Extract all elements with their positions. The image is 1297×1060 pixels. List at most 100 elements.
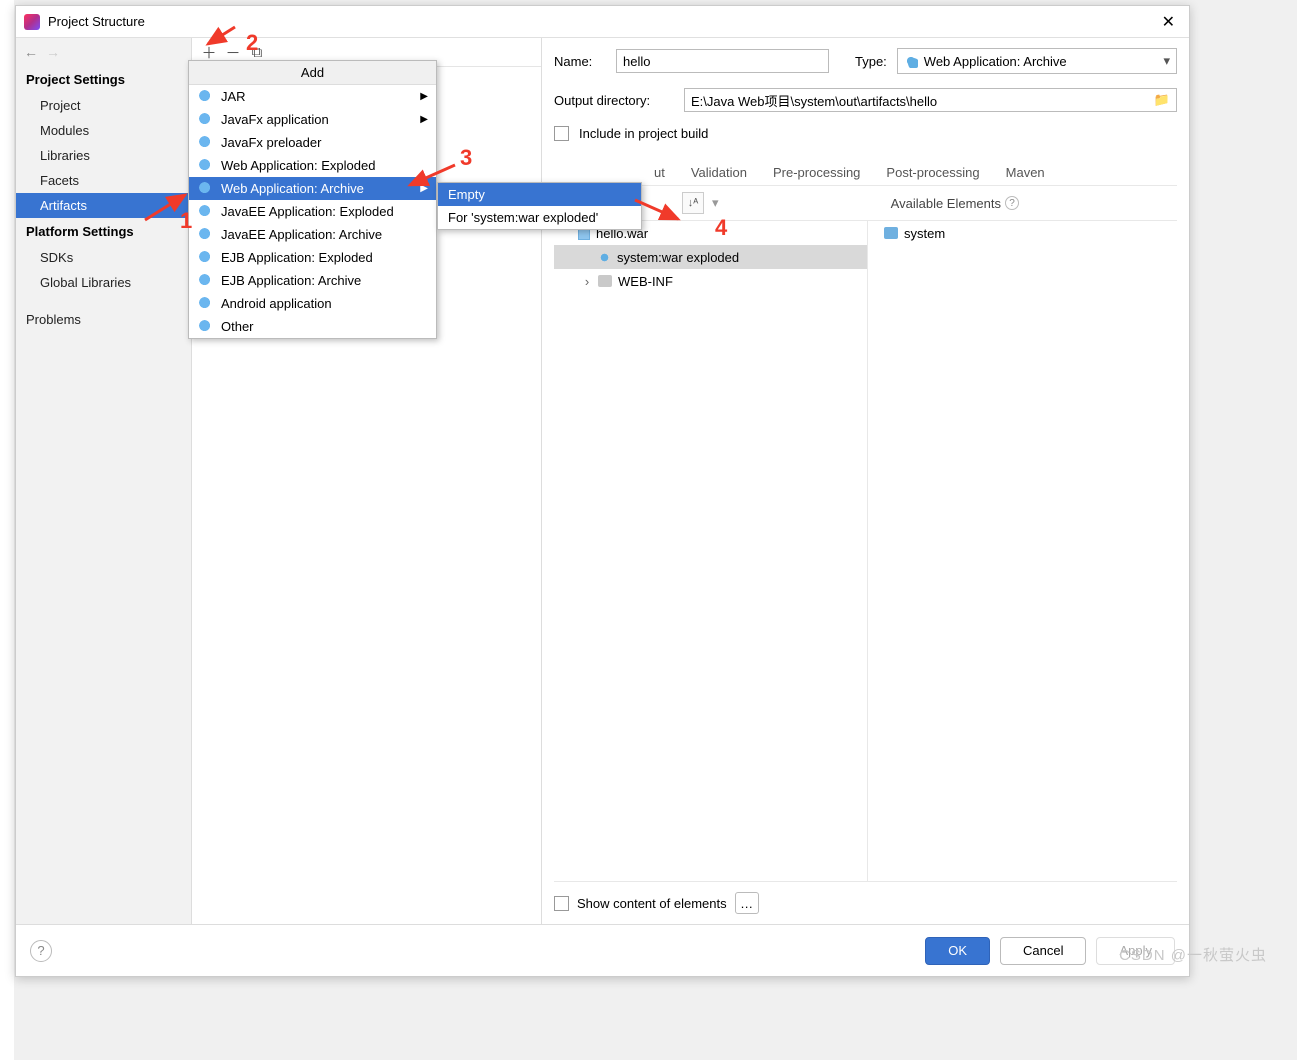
available-item[interactable]: system — [868, 221, 1177, 245]
sidebar-item-sdks[interactable]: SDKs — [16, 245, 191, 270]
menu-item-label: JAR — [221, 89, 246, 104]
menu-item-label: EJB Application: Exploded — [221, 250, 373, 265]
dialog-footer: ? OK Cancel Apply — [16, 924, 1189, 976]
add-menu-item[interactable]: JAR▶ — [189, 85, 436, 108]
sort-chevron-icon[interactable]: ▾ — [712, 195, 719, 211]
submenu-label: Empty — [448, 187, 485, 202]
artifact-type-icon — [199, 320, 213, 334]
copy-button[interactable]: ⧉ — [248, 43, 266, 61]
add-menu-item[interactable]: Android application — [189, 292, 436, 315]
output-dir-input[interactable]: E:\Java Web项目\system\out\artifacts\hello… — [684, 88, 1177, 112]
tab-postprocessing[interactable]: Post-processing — [886, 161, 979, 184]
close-icon[interactable]: ✕ — [1156, 12, 1181, 32]
add-menu-item[interactable]: JavaEE Application: Archive — [189, 223, 436, 246]
help-hint-icon[interactable]: ? — [1005, 196, 1019, 210]
remove-button[interactable]: － — [224, 43, 242, 61]
layout-toolbar: ↓ᴬ ▾ Available Elements ? — [554, 185, 1177, 221]
apply-button: Apply — [1096, 937, 1175, 965]
output-dir-value: E:\Java Web项目\system\out\artifacts\hello — [691, 91, 937, 110]
sidebar: ← → Project Settings Project Modules Lib… — [16, 38, 192, 924]
artifact-type-icon — [199, 136, 213, 150]
add-menu-header: Add — [189, 61, 436, 85]
menu-item-label: EJB Application: Archive — [221, 273, 361, 288]
sidebar-item-libraries[interactable]: Libraries — [16, 143, 191, 168]
tree-label: system:war exploded — [617, 250, 739, 265]
show-content-checkbox[interactable] — [554, 896, 569, 911]
submenu-item[interactable]: Empty — [438, 183, 641, 206]
artifact-type-icon — [199, 113, 213, 127]
output-layout-tree[interactable]: hello.war system:war exploded › WEB-INF — [554, 221, 867, 881]
menu-item-label: JavaFx preloader — [221, 135, 321, 150]
add-menu-item[interactable]: EJB Application: Exploded — [189, 246, 436, 269]
sidebar-section-project: Project Settings — [16, 66, 191, 93]
add-menu-item[interactable]: EJB Application: Archive — [189, 269, 436, 292]
menu-item-label: Web Application: Exploded — [221, 158, 375, 173]
chevron-down-icon: ▾ — [1163, 53, 1170, 69]
sidebar-item-global-libraries[interactable]: Global Libraries — [16, 270, 191, 295]
type-select[interactable]: Web Application: Archive ▾ — [897, 48, 1177, 74]
sidebar-item-artifacts[interactable]: Artifacts — [16, 193, 191, 218]
name-label: Name: — [554, 54, 606, 69]
background-editor-strip — [0, 0, 14, 1060]
back-icon[interactable]: ← — [24, 44, 38, 60]
add-menu-item[interactable]: Other — [189, 315, 436, 338]
tab-output[interactable]: ut — [654, 161, 665, 184]
window-title: Project Structure — [48, 14, 1156, 29]
add-button[interactable]: ＋ — [200, 43, 218, 61]
titlebar: Project Structure ✕ — [16, 6, 1189, 38]
submenu-arrow-icon: ▶ — [420, 114, 428, 125]
artifact-type-icon — [199, 228, 213, 242]
add-menu-item[interactable]: JavaFx preloader — [189, 131, 436, 154]
web-archive-icon — [904, 54, 918, 68]
artifact-type-icon — [199, 182, 213, 196]
sort-button[interactable]: ↓ᴬ — [682, 192, 704, 214]
sidebar-item-modules[interactable]: Modules — [16, 118, 191, 143]
submenu-item[interactable]: For 'system:war exploded' — [438, 206, 641, 229]
forward-icon[interactable]: → — [46, 44, 60, 60]
sidebar-section-platform: Platform Settings — [16, 218, 191, 245]
show-content-label: Show content of elements — [577, 896, 727, 911]
include-build-label: Include in project build — [579, 126, 708, 141]
ok-button[interactable]: OK — [925, 937, 990, 965]
add-menu-item[interactable]: JavaEE Application: Exploded — [189, 200, 436, 223]
available-elements-panel: system — [867, 221, 1177, 881]
available-label: system — [904, 226, 945, 241]
tab-preprocessing[interactable]: Pre-processing — [773, 161, 860, 184]
submenu-label: For 'system:war exploded' — [448, 210, 598, 225]
include-build-checkbox[interactable] — [554, 126, 569, 141]
sidebar-item-project[interactable]: Project — [16, 93, 191, 118]
module-folder-icon — [884, 227, 898, 239]
artifact-type-icon — [199, 159, 213, 173]
layout-footer: Show content of elements … — [554, 881, 1177, 924]
cancel-button[interactable]: Cancel — [1000, 937, 1086, 965]
menu-item-label: JavaEE Application: Archive — [221, 227, 382, 242]
add-menu-item[interactable]: JavaFx application ▶ — [189, 108, 436, 131]
submenu-arrow-icon: ▶ — [420, 183, 428, 194]
expand-icon[interactable]: › — [582, 274, 592, 289]
add-artifact-menu: Add JAR▶JavaFx application▶JavaFx preloa… — [188, 60, 437, 339]
artifact-type-icon — [199, 205, 213, 219]
tree-row-item: › WEB-INF — [554, 269, 867, 293]
menu-item-label: JavaEE Application: Exploded — [221, 204, 394, 219]
sidebar-item-facets[interactable]: Facets — [16, 168, 191, 193]
help-button[interactable]: ? — [30, 940, 52, 962]
more-button[interactable]: … — [735, 892, 759, 914]
add-menu-item[interactable]: Web Application: Archive▶ — [189, 177, 436, 200]
sidebar-item-problems[interactable]: Problems — [16, 307, 191, 332]
artifact-type-icon — [199, 90, 213, 104]
intellij-logo-icon — [24, 14, 40, 30]
tab-validation[interactable]: Validation — [691, 161, 747, 184]
artifact-icon — [598, 251, 611, 264]
folder-icon — [598, 275, 612, 287]
web-archive-submenu: Empty For 'system:war exploded' — [437, 182, 642, 230]
type-value: Web Application: Archive — [924, 54, 1067, 69]
artifact-editor: Name: Type: Web Application: Archive ▾ O… — [542, 38, 1189, 924]
sidebar-nav: ← → — [16, 38, 191, 66]
add-menu-item[interactable]: Web Application: Exploded — [189, 154, 436, 177]
folder-browse-icon[interactable]: 📁 — [1154, 92, 1170, 108]
tab-maven[interactable]: Maven — [1006, 161, 1045, 184]
name-input[interactable] — [616, 49, 829, 73]
artifact-type-icon — [199, 274, 213, 288]
menu-item-label: Android application — [221, 296, 332, 311]
menu-item-label: JavaFx application — [221, 112, 329, 127]
